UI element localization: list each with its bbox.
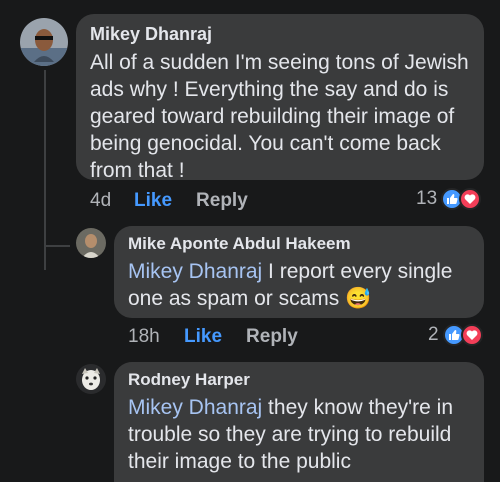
love-icon [460,324,483,346]
reply-bubble: Rodney Harper Mikey Dhanraj they know th… [114,362,484,482]
love-icon [459,188,482,210]
comment-text: All of a sudden I'm seeing tons of Jewis… [90,51,469,182]
comment-bubble: Mikey Dhanraj All of a sudden I'm seeing… [76,14,484,182]
reply-button[interactable]: Reply [246,326,298,348]
thread-line-branch [44,245,70,247]
like-button[interactable]: Like [134,190,172,212]
reaction-count: 2 [428,324,439,345]
reaction-summary[interactable]: 13 [416,188,482,210]
mention-link[interactable]: Mikey Dhanraj [128,396,262,419]
comment-author[interactable]: Mikey Dhanraj [90,24,470,45]
reaction-summary[interactable]: 2 [428,324,483,346]
sweat-smile-emoji: 😅 [345,287,372,310]
mention-link[interactable]: Mikey Dhanraj [128,260,262,283]
reply-text: Mikey Dhanraj I report every single one … [128,258,470,312]
thread-line [44,70,46,270]
avatar-mike-aponte[interactable] [76,228,106,258]
reply-actions: 18h Like Reply [128,326,298,348]
like-button[interactable]: Like [184,326,222,348]
reply-time[interactable]: 18h [128,326,184,348]
avatar-mikey-dhanraj[interactable] [20,18,68,66]
comment-time[interactable]: 4d [90,190,134,212]
reply-text: Mikey Dhanraj they know they're in troub… [128,394,470,475]
reaction-count: 13 [416,188,438,209]
avatar-rodney-harper[interactable] [76,364,106,394]
reply-author[interactable]: Rodney Harper [128,370,470,390]
reply-button[interactable]: Reply [196,190,248,212]
reply-author[interactable]: Mike Aponte Abdul Hakeem [128,234,470,254]
comment-actions: 4d Like Reply [90,190,248,212]
reply-bubble: Mike Aponte Abdul Hakeem Mikey Dhanraj I… [114,226,484,318]
